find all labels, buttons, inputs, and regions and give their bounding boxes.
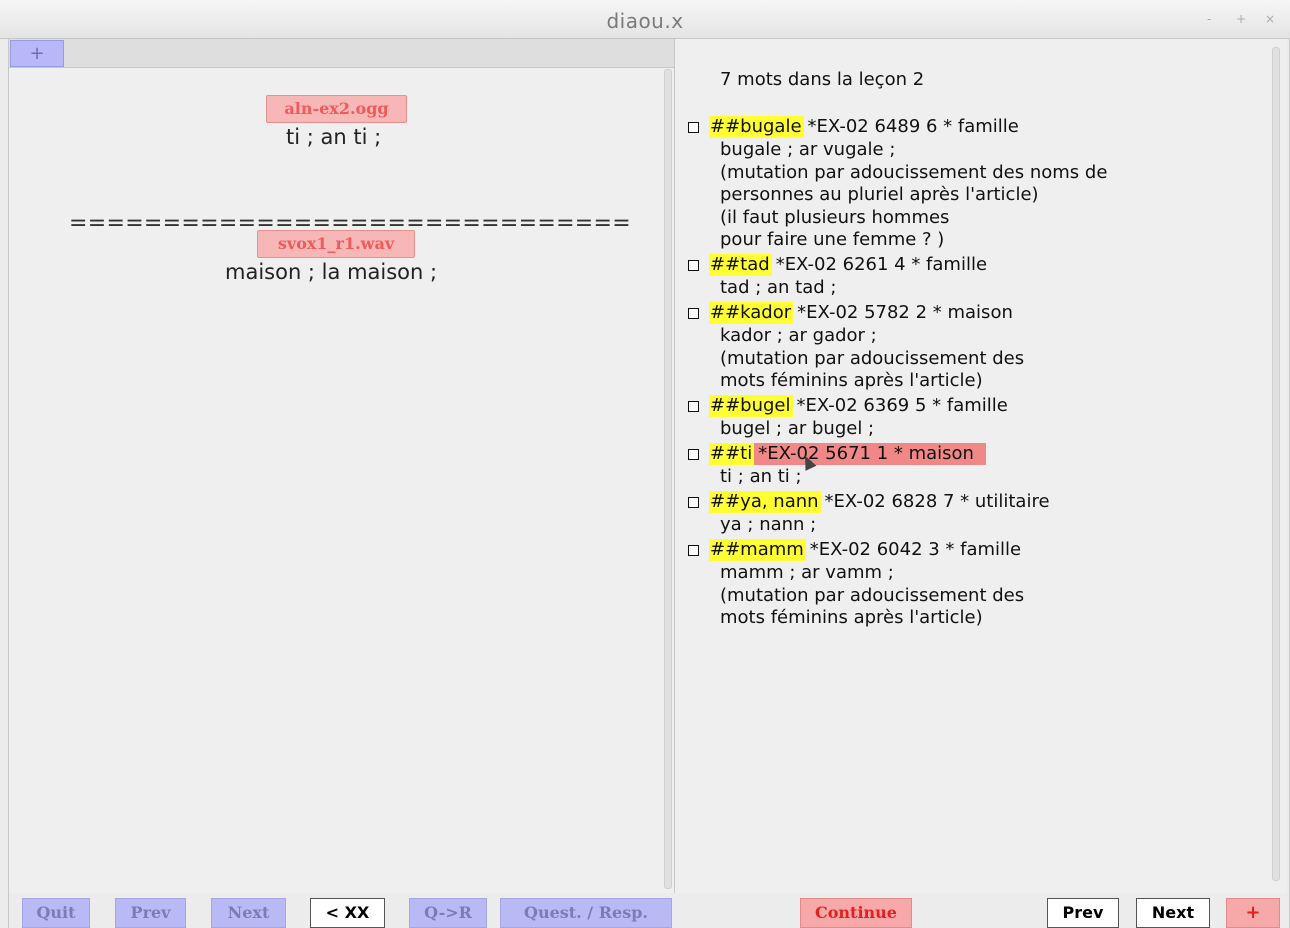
- entry-tag: ##mamm: [709, 538, 806, 562]
- entry-info: *EX-02 5782 2 * maison: [797, 301, 1013, 323]
- q-to-r-button[interactable]: Q->R: [409, 898, 487, 928]
- entry-checkbox[interactable]: [688, 259, 699, 271]
- entry-line: bugel ; ar bugel ;: [720, 418, 875, 439]
- close-icon[interactable]: ×: [1265, 12, 1275, 26]
- entry-tag: ##bugel: [709, 394, 793, 418]
- prev-button-right[interactable]: Prev: [1047, 898, 1119, 928]
- entry-tag: ##ya, nann: [709, 490, 821, 514]
- quest-resp-button[interactable]: Quest. / Resp.: [500, 898, 672, 928]
- entry-line: (il faut plusieurs hommes: [720, 206, 950, 228]
- answer-audio-button[interactable]: svox1_r1.wav: [257, 230, 415, 258]
- question-audio-button[interactable]: aln-ex2.ogg: [266, 95, 407, 123]
- question-pane: + aln-ex2.ogg ti ; an ti ; =============…: [9, 39, 675, 893]
- entry-info: *EX-02 6828 7 * utilitaire: [824, 490, 1050, 512]
- entry-line: ya ; nann ;: [720, 514, 817, 535]
- entry-line: mots féminins après l'article): [720, 607, 983, 628]
- entry-info: *EX-02 6261 4 * famille: [775, 253, 988, 275]
- entry-checkbox[interactable]: [688, 496, 699, 508]
- lesson-header: 7 mots dans la leçon 2: [720, 69, 925, 90]
- left-scrollbar[interactable]: [664, 69, 672, 889]
- entry-tag: ##ti: [709, 442, 755, 466]
- tab-strip: +: [9, 39, 674, 68]
- word-entry: ##bugel *EX-02 6369 5 * famille bugel ; …: [687, 394, 1008, 441]
- word-entry: ##tad *EX-02 6261 4 * famille tad ; an t…: [687, 253, 987, 300]
- minimize-icon[interactable]: -: [1207, 12, 1211, 26]
- entry-tag: ##tad: [709, 253, 772, 277]
- next-button-left[interactable]: Next: [211, 898, 286, 928]
- entry-line: kador ; ar gador ;: [720, 325, 877, 346]
- add-tab-button[interactable]: +: [10, 40, 64, 67]
- word-entry: ##bugale *EX-02 6489 6 * famille bugale …: [687, 115, 1107, 252]
- entry-info: *EX-02 6042 3 * famille: [809, 538, 1022, 560]
- entry-line: mamm ; ar vamm ;: [720, 562, 894, 583]
- add-button[interactable]: +: [1226, 898, 1280, 928]
- entry-checkbox[interactable]: [688, 307, 699, 319]
- xx-button[interactable]: < XX: [310, 898, 385, 928]
- entry-line: tad ; an tad ;: [720, 277, 837, 298]
- entry-line: ti ; an ti ;: [720, 466, 802, 487]
- entry-line: (mutation par adoucissement des noms de: [720, 161, 1108, 183]
- title-bar: diaou.x - + ×: [0, 0, 1290, 39]
- entry-line: (mutation par adoucissement des: [720, 347, 1025, 369]
- question-text: ti ; an ti ;: [286, 125, 382, 149]
- entry-info: *EX-02 6489 6 * famille: [807, 115, 1019, 137]
- right-scrollbar[interactable]: [1272, 47, 1280, 881]
- window-title: diaou.x: [606, 9, 684, 33]
- maximize-icon[interactable]: +: [1236, 12, 1246, 26]
- entry-tag: ##kador: [709, 301, 794, 325]
- entry-line: personnes au pluriel après l'article): [720, 184, 1039, 205]
- entry-line: bugale ; ar vugale ;: [720, 139, 896, 160]
- continue-button[interactable]: Continue: [800, 898, 912, 928]
- word-list-pane: 7 mots dans la leçon 2 ##bugale *EX-02 6…: [675, 39, 1287, 893]
- entry-line: (mutation par adoucissement des: [720, 584, 1025, 606]
- entry-checkbox[interactable]: [688, 121, 699, 133]
- entry-info: *EX-02 6369 5 * famille: [796, 394, 1008, 416]
- word-entry-active: ##ti *EX-02 5671 1 * maison ti ; an ti ;: [687, 442, 986, 489]
- entry-line: mots féminins après l'article): [720, 370, 983, 391]
- quit-button[interactable]: Quit: [22, 898, 90, 928]
- word-entry: ##mamm *EX-02 6042 3 * famille mamm ; ar…: [687, 538, 1024, 630]
- entry-info[interactable]: *EX-02 5671 1 * maison: [754, 442, 986, 466]
- entry-tag: ##bugale: [709, 115, 804, 139]
- answer-text: maison ; la maison ;: [225, 260, 438, 284]
- entry-checkbox[interactable]: [688, 400, 699, 412]
- word-entry: ##kador *EX-02 5782 2 * maison kador ; a…: [687, 301, 1024, 393]
- entry-checkbox[interactable]: [688, 448, 699, 460]
- entry-checkbox[interactable]: [688, 544, 699, 556]
- prev-button-left[interactable]: Prev: [115, 898, 186, 928]
- entry-line: pour faire une femme ? ): [720, 229, 945, 250]
- next-button-right[interactable]: Next: [1136, 898, 1210, 928]
- word-entry: ##ya, nann *EX-02 6828 7 * utilitaire ya…: [687, 490, 1050, 537]
